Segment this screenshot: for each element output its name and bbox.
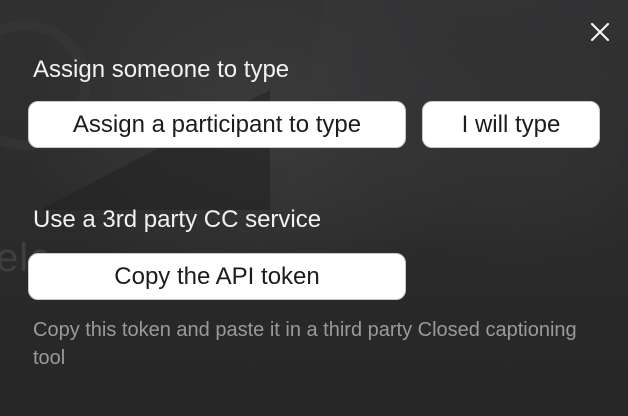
assign-participant-button[interactable]: Assign a participant to type [28, 101, 406, 148]
i-will-type-button[interactable]: I will type [422, 101, 600, 148]
assign-section-title: Assign someone to type [33, 56, 290, 83]
copy-api-token-button[interactable]: Copy the API token [28, 253, 406, 300]
closed-caption-panel: elc Assign someone to type Assign a part… [0, 0, 628, 416]
third-party-section-title: Use a 3rd party CC service [33, 206, 322, 233]
close-button[interactable] [588, 20, 612, 44]
api-token-description: Copy this token and paste it in a third … [33, 319, 577, 369]
close-icon [590, 22, 610, 42]
